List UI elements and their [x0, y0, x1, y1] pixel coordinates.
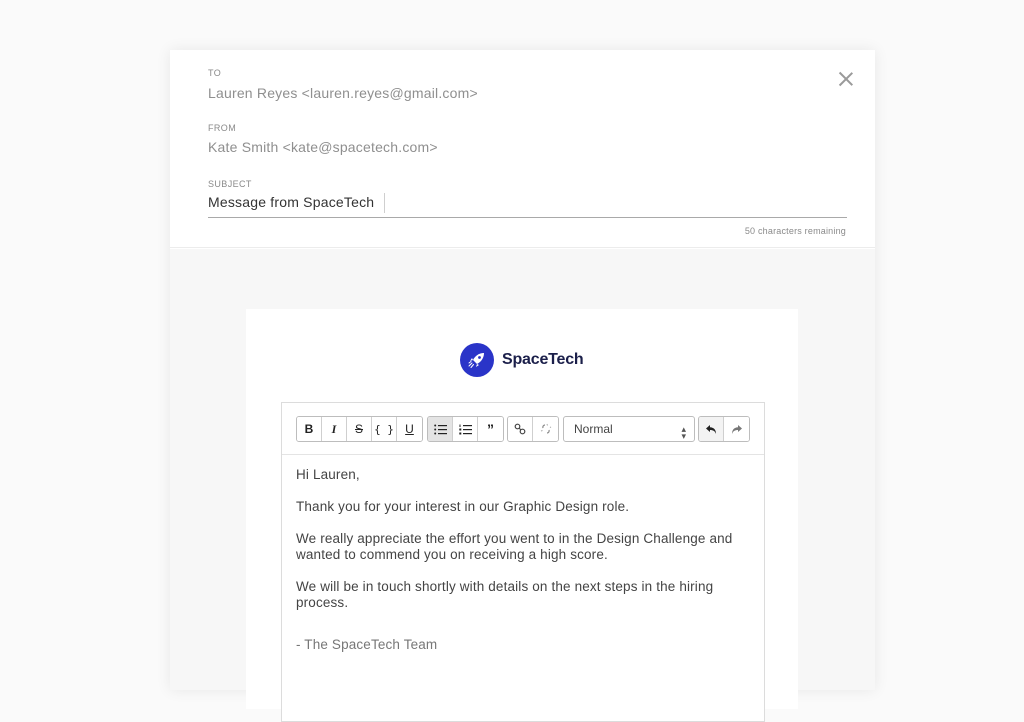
- message-paragraph: Thank you for your interest in our Graph…: [296, 499, 630, 514]
- strikethrough-button[interactable]: S: [347, 417, 372, 441]
- undo-icon: [706, 424, 716, 434]
- italic-icon: I: [331, 421, 337, 436]
- blockquote-icon: ”: [487, 421, 494, 437]
- undo-button[interactable]: [699, 417, 724, 441]
- numbered-list-button[interactable]: [453, 417, 478, 441]
- format-button-group: B I S { } U: [296, 416, 423, 442]
- email-body-area: SpaceTech B I S { } U ” Normal ▴ ▾ Hi La…: [170, 249, 875, 722]
- characters-remaining: 50 characters remaining: [744, 226, 846, 236]
- code-icon: { }: [374, 422, 394, 436]
- bold-button[interactable]: B: [297, 417, 322, 441]
- from-field[interactable]: Kate Smith <kate@spacetech.com>: [208, 139, 438, 155]
- compose-email-modal: TO Lauren Reyes <lauren.reyes@gmail.com>…: [170, 50, 875, 722]
- redo-icon: [731, 424, 742, 434]
- rich-text-editor: B I S { } U ” Normal ▴ ▾ Hi Lauren, Than…: [281, 402, 765, 722]
- from-label: FROM: [208, 123, 237, 133]
- block-style-value: Normal: [574, 422, 613, 436]
- editor-toolbar: B I S { } U ” Normal ▴ ▾: [282, 403, 764, 455]
- history-button-group: [698, 416, 750, 442]
- unlink-button[interactable]: [533, 417, 558, 441]
- blockquote-button[interactable]: ”: [478, 417, 503, 441]
- signature: - The SpaceTech Team: [296, 637, 438, 652]
- brand-name: SpaceTech: [502, 351, 584, 368]
- strikethrough-icon: S: [354, 422, 363, 436]
- message-paragraph: We really appreciate the effort you went…: [296, 531, 733, 562]
- close-icon[interactable]: [837, 70, 855, 88]
- underline-icon: U: [405, 422, 414, 436]
- email-preview-panel: SpaceTech B I S { } U ” Normal ▴ ▾ Hi La…: [246, 309, 798, 722]
- bullet-list-icon: [433, 424, 447, 434]
- block-button-group: ”: [427, 416, 504, 442]
- greeting: Hi Lauren,: [296, 467, 360, 482]
- email-header: TO Lauren Reyes <lauren.reyes@gmail.com>…: [170, 50, 875, 248]
- code-button[interactable]: { }: [372, 417, 397, 441]
- message-paragraph: We will be in touch shortly with details…: [296, 579, 714, 610]
- select-arrow-down-icon: ▾: [681, 431, 686, 441]
- spacetech-logo: SpaceTech: [460, 342, 584, 378]
- bold-icon: B: [304, 422, 314, 436]
- subject-underline: [208, 217, 847, 218]
- italic-button[interactable]: I: [322, 417, 347, 441]
- link-button[interactable]: [508, 417, 533, 441]
- unlink-icon: [540, 423, 551, 434]
- redo-button[interactable]: [724, 417, 749, 441]
- to-field[interactable]: Lauren Reyes <lauren.reyes@gmail.com>: [208, 85, 478, 101]
- rocket-icon: [460, 343, 494, 377]
- subject-label: SUBJECT: [208, 179, 252, 189]
- subject-input[interactable]: Message from SpaceTech: [208, 194, 374, 210]
- link-button-group: [507, 416, 559, 442]
- text-cursor: [384, 193, 385, 213]
- underline-button[interactable]: U: [397, 417, 422, 441]
- block-style-select[interactable]: Normal ▴ ▾: [563, 416, 695, 442]
- bullet-list-button[interactable]: [428, 417, 453, 441]
- link-icon: [514, 423, 526, 435]
- to-label: TO: [208, 68, 222, 78]
- numbered-list-icon: [458, 424, 472, 434]
- message-body[interactable]: Hi Lauren, Thank you for your interest i…: [296, 467, 756, 669]
